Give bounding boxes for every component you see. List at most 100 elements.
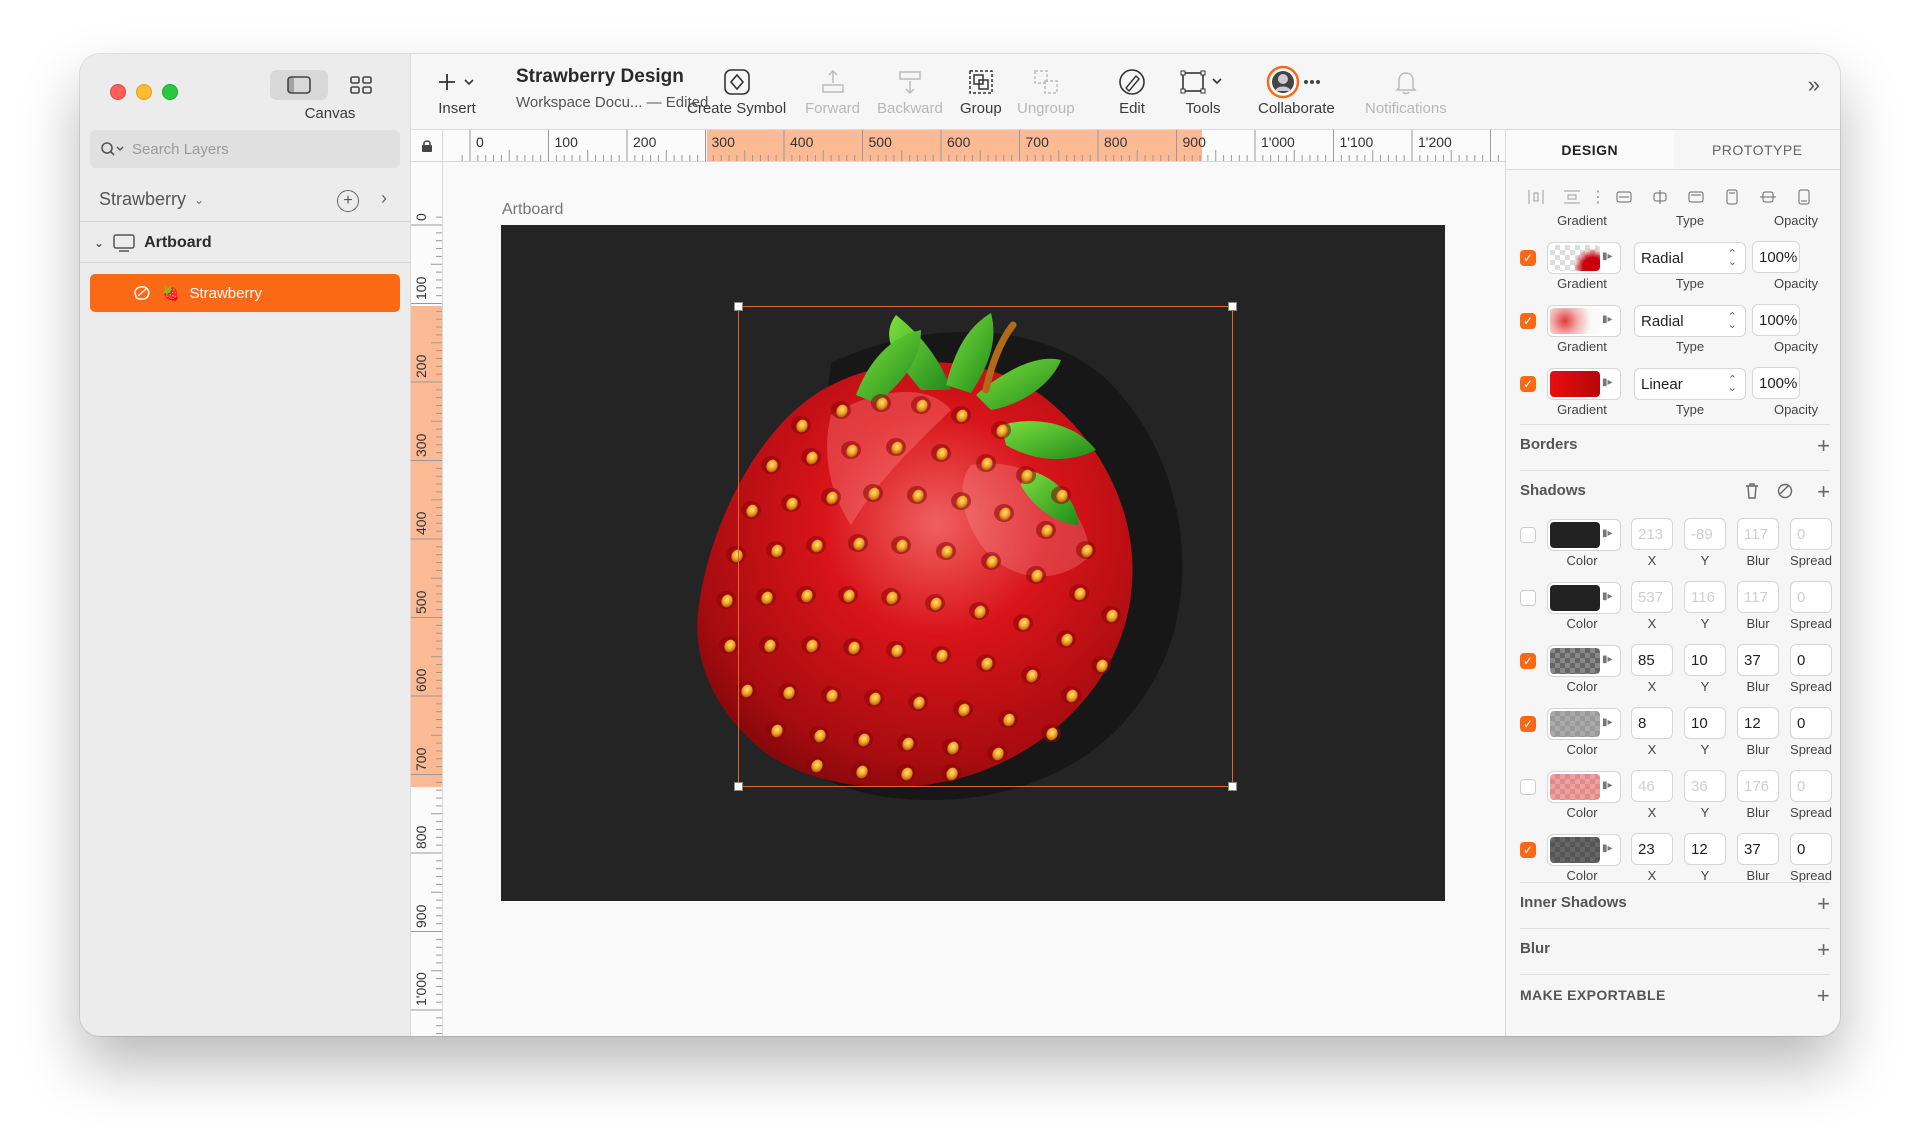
fill-enabled-checkbox[interactable]: ✓ <box>1520 376 1536 392</box>
distribute-vertical-icon[interactable] <box>1558 186 1586 208</box>
tab-design[interactable]: DESIGN <box>1506 130 1674 169</box>
add-inner-shadow-icon[interactable]: + <box>1817 891 1830 917</box>
add-page-button[interactable]: + <box>337 190 359 212</box>
shadow-color-well[interactable]: ▮▸ <box>1547 645 1621 677</box>
resize-handle-top-left[interactable] <box>734 302 743 311</box>
shadow-spread-field[interactable]: 0 <box>1790 707 1832 739</box>
shadow-y-field[interactable]: 12 <box>1684 833 1726 865</box>
shadow-spread-field[interactable]: 0 <box>1790 833 1832 865</box>
shadow-color-well[interactable]: ▮▸ <box>1547 582 1621 614</box>
shadow-enabled-checkbox[interactable]: ✓ <box>1520 842 1536 858</box>
distribute-horizontal-icon[interactable] <box>1522 186 1550 208</box>
shadow-spread-field[interactable]: 0 <box>1790 770 1832 802</box>
shadow-y-field[interactable]: -89 <box>1684 518 1726 550</box>
add-export-icon[interactable]: + <box>1817 983 1830 1009</box>
canvas[interactable]: Artboard <box>443 162 1585 1036</box>
shadow-spread-field[interactable]: 0 <box>1790 581 1832 613</box>
shadow-color-well[interactable]: ▮▸ <box>1547 834 1621 866</box>
align-center-horizontal-icon[interactable] <box>1646 186 1674 208</box>
minimize-window-button[interactable] <box>136 84 152 100</box>
more-dots-icon[interactable]: ⋮ <box>1590 186 1606 208</box>
shadow-y-field[interactable]: 116 <box>1684 581 1726 613</box>
edit-button[interactable]: Edit <box>1117 64 1147 117</box>
shadow-blur-field[interactable]: 37 <box>1737 833 1779 865</box>
align-middle-vertical-icon[interactable] <box>1754 186 1782 208</box>
shadow-color-well[interactable]: ▮▸ <box>1547 708 1621 740</box>
shadow-blur-field[interactable]: 176 <box>1737 770 1779 802</box>
shadow-blur-field[interactable]: 37 <box>1737 644 1779 676</box>
create-symbol-button[interactable]: Create Symbol <box>687 64 786 117</box>
page-selector[interactable]: Strawberry ⌄ + › <box>80 178 411 222</box>
fill-color-well[interactable]: ▮▸ <box>1547 242 1621 274</box>
align-bottom-icon[interactable] <box>1790 186 1818 208</box>
zoom-window-button[interactable] <box>162 84 178 100</box>
fill-color-well[interactable]: ▮▸ <box>1547 368 1621 400</box>
double-chevron-right-icon[interactable]: » <box>1808 72 1820 98</box>
group-button[interactable]: Group <box>960 64 1002 117</box>
shadow-enabled-checkbox[interactable]: ✓ <box>1520 653 1536 669</box>
shadow-x-field[interactable]: 46 <box>1631 770 1673 802</box>
chevron-right-icon[interactable]: › <box>381 188 387 209</box>
tools-button[interactable]: Tools <box>1179 64 1227 117</box>
layer-strawberry[interactable]: 🍓 Strawberry <box>90 274 400 312</box>
ungroup-button[interactable]: Ungroup <box>1017 64 1075 117</box>
add-shadow-icon[interactable]: + <box>1817 479 1830 505</box>
insert-button[interactable]: Insert <box>435 64 479 117</box>
disclosure-chevron-icon[interactable]: ⌄ <box>94 236 104 250</box>
shadow-x-field[interactable]: 213 <box>1631 518 1673 550</box>
shadow-spread-field[interactable]: 0 <box>1790 518 1832 550</box>
shadow-enabled-checkbox[interactable] <box>1520 590 1536 606</box>
artboard-title[interactable]: Artboard <box>502 201 563 219</box>
fill-row: ✓ ▮▸ Radial ⌃ ⌄ 100% <box>1520 304 1835 338</box>
fill-color-well[interactable]: ▮▸ <box>1547 305 1621 337</box>
add-blur-icon[interactable]: + <box>1817 937 1830 963</box>
shadow-enabled-checkbox[interactable] <box>1520 527 1536 543</box>
collaborate-button[interactable]: Collaborate <box>1258 64 1335 117</box>
resize-handle-bottom-left[interactable] <box>734 782 743 791</box>
ruler-lock[interactable] <box>411 130 443 162</box>
align-top-icon[interactable] <box>1718 186 1746 208</box>
fill-type-select[interactable]: Linear ⌃ ⌄ <box>1634 368 1746 400</box>
backward-button[interactable]: Backward <box>877 64 943 117</box>
resize-handle-top-right[interactable] <box>1228 302 1237 311</box>
fill-enabled-checkbox[interactable]: ✓ <box>1520 313 1536 329</box>
trash-icon[interactable] <box>1744 482 1760 500</box>
layer-artboard[interactable]: ⌄ Artboard <box>80 223 411 263</box>
shadow-blur-field[interactable]: 12 <box>1737 707 1779 739</box>
grid-view-button[interactable] <box>332 70 390 100</box>
tab-prototype[interactable]: PROTOTYPE <box>1674 130 1841 169</box>
shadow-x-field[interactable]: 8 <box>1631 707 1673 739</box>
resize-handle-bottom-right[interactable] <box>1228 782 1237 791</box>
close-window-button[interactable] <box>110 84 126 100</box>
align-left-icon[interactable] <box>1610 186 1638 208</box>
forward-button[interactable]: Forward <box>805 64 860 117</box>
shadow-y-field[interactable]: 10 <box>1684 707 1726 739</box>
shadow-blur-field[interactable]: 117 <box>1737 518 1779 550</box>
shadow-blur-field[interactable]: 117 <box>1737 581 1779 613</box>
document-title[interactable]: Strawberry Design <box>516 66 684 88</box>
selection-box[interactable] <box>734 302 1237 791</box>
fill-enabled-checkbox[interactable]: ✓ <box>1520 250 1536 266</box>
shadow-y-field[interactable]: 36 <box>1684 770 1726 802</box>
shadow-spread-field[interactable]: 0 <box>1790 644 1832 676</box>
fill-type-select[interactable]: Radial ⌃ ⌄ <box>1634 242 1746 274</box>
fill-opacity-field[interactable]: 100% <box>1752 241 1800 273</box>
canvas-view-button[interactable] <box>270 70 328 100</box>
shadow-x-field[interactable]: 85 <box>1631 644 1673 676</box>
fill-type-select[interactable]: Radial ⌃ ⌄ <box>1634 305 1746 337</box>
artboard[interactable] <box>501 225 1445 901</box>
shadow-y-field[interactable]: 10 <box>1684 644 1726 676</box>
notifications-button[interactable]: Notifications <box>1365 64 1447 117</box>
shadow-enabled-checkbox[interactable] <box>1520 779 1536 795</box>
fill-opacity-field[interactable]: 100% <box>1752 304 1800 336</box>
shadow-color-well[interactable]: ▮▸ <box>1547 771 1621 803</box>
shadow-style-icon[interactable] <box>1776 482 1794 500</box>
search-layers-field[interactable]: Search Layers <box>90 130 400 168</box>
shadow-x-field[interactable]: 23 <box>1631 833 1673 865</box>
shadow-color-well[interactable]: ▮▸ <box>1547 519 1621 551</box>
fill-opacity-field[interactable]: 100% <box>1752 367 1800 399</box>
add-border-icon[interactable]: + <box>1817 433 1830 459</box>
shadow-x-field[interactable]: 537 <box>1631 581 1673 613</box>
shadow-enabled-checkbox[interactable]: ✓ <box>1520 716 1536 732</box>
align-right-icon[interactable] <box>1682 186 1710 208</box>
